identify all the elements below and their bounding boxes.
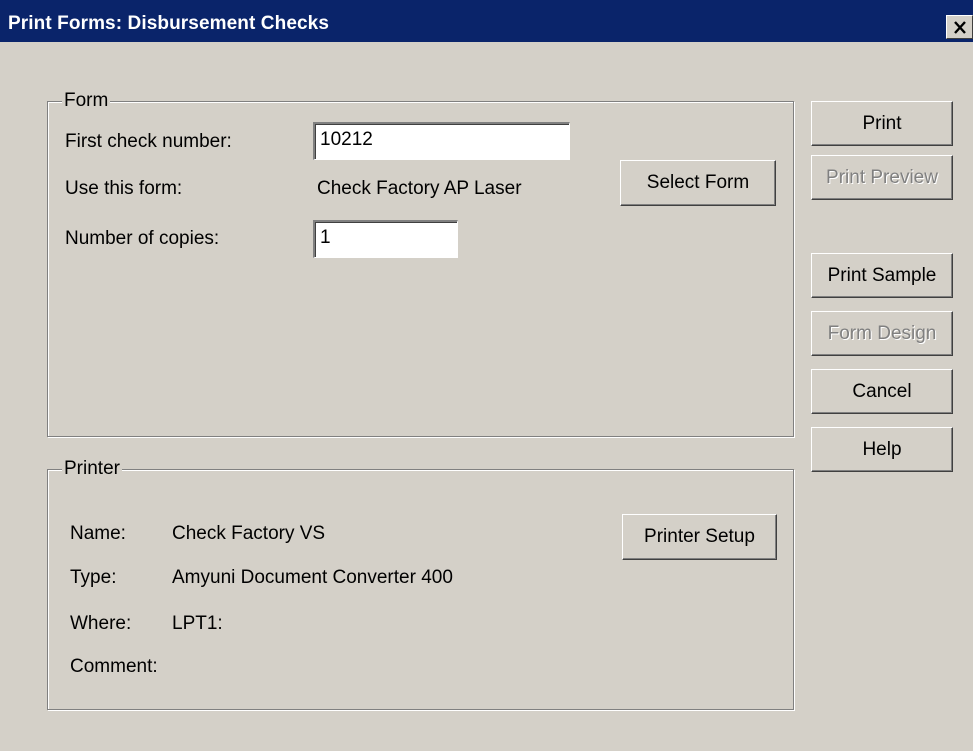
printer-name-value: Check Factory VS: [172, 523, 326, 544]
close-icon: [953, 20, 966, 34]
number-of-copies-label: Number of copies:: [65, 228, 220, 249]
use-form-value: Check Factory AP Laser: [317, 178, 522, 199]
printer-type-label: Type:: [70, 567, 117, 588]
first-check-number-input[interactable]: 10212: [313, 122, 570, 160]
first-check-number-label: First check number:: [65, 131, 232, 152]
window-title: Print Forms: Disbursement Checks: [8, 13, 330, 34]
form-design-button[interactable]: Form Design: [811, 311, 953, 356]
printer-where-value: LPT1:: [172, 613, 223, 634]
printer-where-label: Where:: [70, 613, 132, 634]
printer-name-label: Name:: [70, 523, 126, 544]
printer-group-legend: Printer: [62, 458, 122, 480]
title-bar: Print Forms: Disbursement Checks: [0, 0, 973, 42]
printer-comment-label: Comment:: [70, 656, 158, 677]
printer-type-value: Amyuni Document Converter 400: [172, 567, 453, 588]
use-form-label: Use this form:: [65, 178, 183, 199]
number-of-copies-input[interactable]: 1: [313, 220, 458, 258]
cancel-button[interactable]: Cancel: [811, 369, 953, 414]
help-button[interactable]: Help: [811, 427, 953, 472]
select-form-button[interactable]: Select Form: [620, 160, 776, 206]
print-button[interactable]: Print: [811, 101, 953, 146]
printer-setup-button[interactable]: Printer Setup: [622, 514, 777, 560]
print-preview-button[interactable]: Print Preview: [811, 155, 953, 200]
close-button[interactable]: [946, 15, 973, 39]
print-sample-button[interactable]: Print Sample: [811, 253, 953, 298]
form-group-legend: Form: [62, 90, 111, 112]
printer-group: Printer: [47, 458, 794, 710]
